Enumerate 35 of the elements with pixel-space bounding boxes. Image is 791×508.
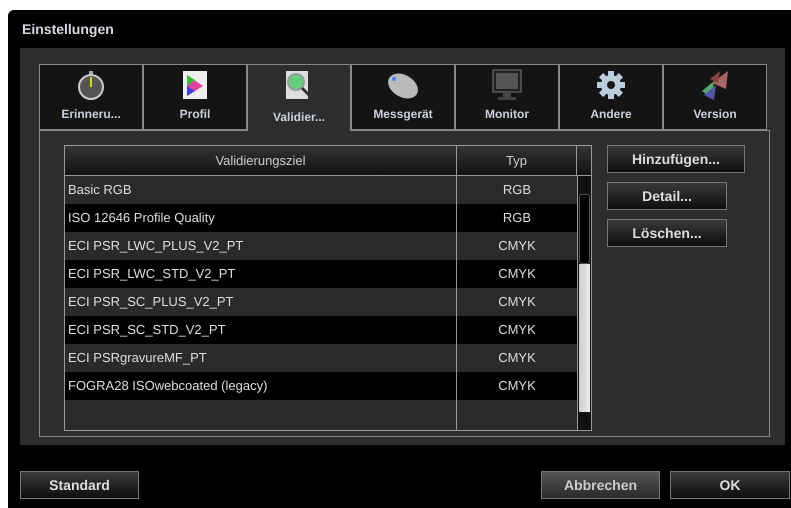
monitor-icon xyxy=(491,69,523,101)
gear-icon xyxy=(596,70,626,100)
table-cell-text: CMYK xyxy=(497,321,537,340)
tab[interactable]: Erinneru... xyxy=(39,64,143,130)
tab[interactable]: Validier... xyxy=(247,64,351,131)
tab[interactable]: Andere xyxy=(559,64,663,130)
tab[interactable]: Profil xyxy=(143,64,247,130)
scrollbar[interactable] xyxy=(577,176,591,430)
table-row[interactable]: ECI PSR_SC_STD_V2_PT CMYK xyxy=(65,316,577,344)
table-cell-text: CMYK xyxy=(497,237,537,256)
color-profile-icon xyxy=(182,70,208,100)
ok-button[interactable]: OK xyxy=(670,471,790,499)
table-cell-text: RGB xyxy=(502,209,532,228)
tab[interactable]: Messgerät xyxy=(351,64,455,130)
table-cell-text: CMYK xyxy=(497,293,537,312)
table-cell-text: RGB xyxy=(502,181,532,200)
cancel-button[interactable]: Abbrechen xyxy=(541,471,660,499)
magnifier-icon xyxy=(284,70,314,100)
column-header[interactable]: Typ xyxy=(457,146,577,175)
action-button[interactable]: Hinzufügen... xyxy=(607,145,745,173)
action-button[interactable]: Detail... xyxy=(607,182,727,210)
table-cell-text: CMYK xyxy=(497,349,537,368)
table-cell-text: CMYK xyxy=(497,265,537,284)
standard-button[interactable]: Standard xyxy=(20,471,139,499)
stopwatch-icon xyxy=(76,70,106,100)
window-title: Einstellungen xyxy=(21,20,115,39)
table-row[interactable]: FOGRA28 ISOwebcoated (legacy) CMYK xyxy=(65,372,577,400)
action-button[interactable]: Löschen... xyxy=(607,219,727,247)
tab[interactable]: Monitor xyxy=(455,64,559,130)
table-row[interactable]: ISO 12646 Profile Quality RGB xyxy=(65,204,577,232)
table-row[interactable]: ECI PSR_LWC_STD_V2_PT CMYK xyxy=(65,260,577,288)
tab[interactable]: Version xyxy=(663,64,767,130)
column-header xyxy=(577,146,591,175)
column-header[interactable]: Validierungsziel xyxy=(65,146,457,175)
table-cell-text: CMYK xyxy=(497,377,537,396)
